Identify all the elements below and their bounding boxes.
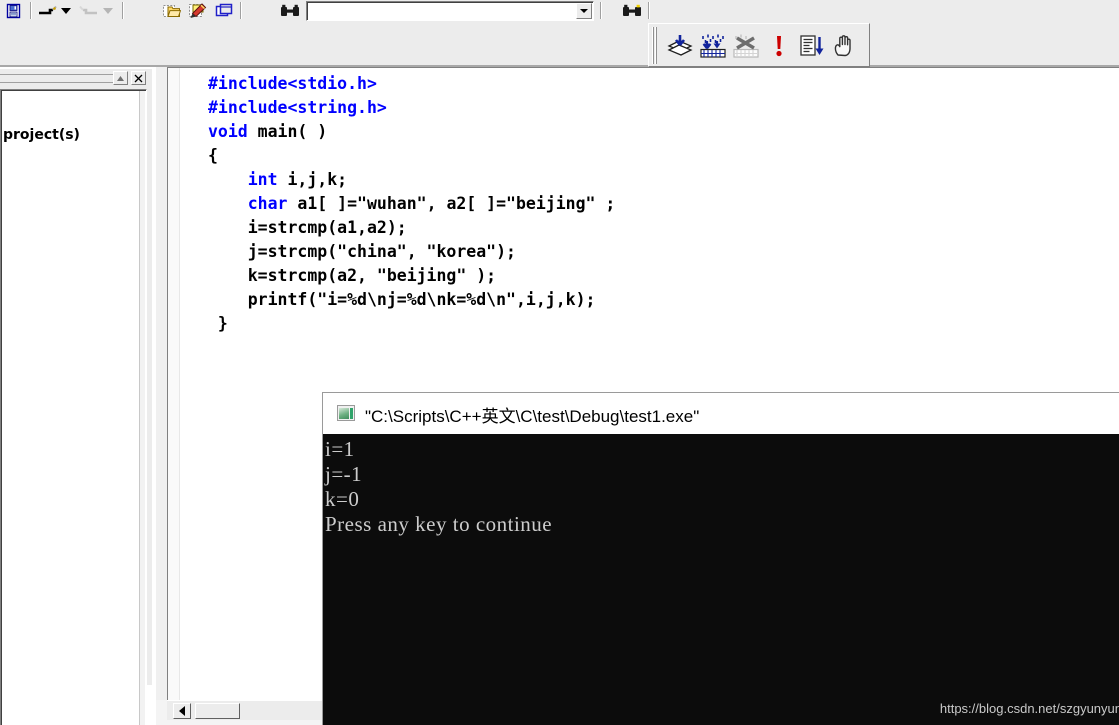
stop-build-button [730, 30, 762, 62]
code-line: #include<string.h> [208, 96, 615, 120]
output-button[interactable] [186, 1, 210, 21]
save-button[interactable] [2, 1, 26, 21]
code-line: char a1[ ]="wuhan", a2[ ]="beijing" ; [208, 192, 616, 216]
console-line: Press any key to continue [325, 512, 553, 536]
execute-program-button[interactable] [763, 30, 795, 62]
code-keyword: #include<stdio.h> [208, 74, 377, 93]
output-icon [189, 3, 207, 18]
redo-dropdown-button[interactable] [100, 1, 116, 21]
console-line: i=1 [325, 437, 355, 461]
workspace-icon [163, 5, 181, 17]
code-line: i=strcmp(a1,a2); [208, 216, 615, 240]
undo-icon [39, 5, 57, 15]
toolbar-separator-3 [240, 2, 242, 19]
code-line: #include<stdio.h> [208, 72, 615, 96]
source-code[interactable]: #include<stdio.h> #include<string.h> void … [208, 72, 615, 336]
code-text: a1[ ]="wuhan", a2[ ]="beijing" ; [287, 194, 616, 213]
find-input[interactable] [309, 3, 573, 20]
code-line: k=strcmp(a2, "beijing" ); [208, 264, 615, 288]
workspace-titlebar-grip [0, 74, 114, 83]
code-keyword: void [208, 122, 248, 141]
search-button[interactable] [620, 1, 644, 21]
close-icon [134, 74, 143, 82]
workspace-close-button[interactable] [131, 71, 146, 85]
redo-button[interactable] [78, 1, 100, 21]
code-line: } [208, 312, 615, 336]
code-text: main( ) [247, 122, 328, 141]
code-line: int i,j,k; [208, 168, 615, 192]
save-icon [6, 3, 21, 19]
console-line: k=0 [325, 487, 360, 511]
workspace-button[interactable] [160, 1, 184, 21]
workspace-tree[interactable]: project(s) [0, 89, 147, 725]
triangle-up-icon [117, 75, 124, 81]
binoculars-icon [281, 4, 299, 16]
code-keyword: #include<string.h> [208, 98, 387, 117]
stop-build-icon [733, 34, 759, 58]
build-icon [700, 34, 726, 58]
code-keyword: int [247, 170, 278, 189]
find-combo-dropdown-button[interactable] [576, 3, 592, 19]
watermark-text: https://blog.csdn.net/szgyunyun [939, 701, 1119, 716]
workspace-tree-root-label: project(s) [3, 127, 80, 143]
workspace-minimize-button[interactable] [113, 71, 128, 85]
compile-icon [667, 35, 693, 56]
code-line: { [208, 144, 615, 168]
console-titlebar[interactable]: "C:\Scripts\C++英文\C\test\Debug\test1.exe… [323, 393, 1119, 434]
undo-dropdown-button[interactable] [58, 1, 74, 21]
standard-toolbar [0, 0, 1119, 22]
editor-left-margin [156, 67, 167, 700]
window-list-icon [215, 3, 233, 17]
code-text: printf("i=%d\nj=%d\nk=%d\n",i,j,k); [247, 290, 596, 309]
vc6-ide-window: project(s) ew #include<stdio.h>#include<… [0, 0, 1119, 725]
horizontal-scroll-thumb[interactable] [195, 703, 240, 719]
workspace-titlebar[interactable] [0, 69, 152, 89]
console-window[interactable]: "C:\Scripts\C++英文\C\test\Debug\test1.exe… [322, 392, 1119, 725]
console-line: j=-1 [325, 462, 363, 486]
code-line: j=strcmp("china", "korea"); [208, 240, 615, 264]
workspace-panel: project(s) ew [0, 69, 152, 725]
chevron-down-icon [103, 8, 113, 14]
exclamation-icon [776, 36, 782, 57]
build-toolbar-row [0, 22, 1119, 67]
window-list-button[interactable] [212, 1, 236, 21]
console-output-text: i=1 j=-1 k=0 Press any key to continue [325, 437, 552, 537]
toolbar-separator-1 [30, 2, 32, 19]
toolbar-separator-4 [600, 2, 602, 19]
code-text: i=strcmp(a1,a2); [247, 218, 407, 237]
scroll-left-arrow-icon[interactable] [173, 703, 191, 719]
code-text: k=strcmp(a2, "beijing" ); [247, 266, 497, 285]
console-title: "C:\Scripts\C++英文\C\test\Debug\test1.exe… [365, 407, 700, 426]
code-line: void main( ) [208, 120, 615, 144]
go-debug-icon [800, 35, 824, 56]
code-text: { [208, 146, 218, 165]
console-app-icon [337, 405, 355, 421]
undo-button[interactable] [36, 1, 58, 21]
code-text: j=strcmp("china", "korea"); [247, 242, 516, 261]
console-output-area[interactable]: i=1 j=-1 k=0 Press any key to continue http… [323, 434, 1119, 725]
chevron-down-icon [61, 8, 71, 14]
insert-breakpoint-button[interactable] [829, 30, 861, 62]
binoculars-search-icon [623, 4, 641, 16]
toolbar-separator-2 [122, 2, 124, 19]
code-text: i,j,k; [277, 170, 348, 189]
editor-selection-margin[interactable] [168, 68, 180, 700]
find-combo[interactable] [306, 1, 594, 21]
compile-button[interactable] [664, 30, 696, 62]
build-button[interactable] [697, 30, 729, 62]
redo-icon [79, 5, 97, 15]
code-text: } [208, 314, 228, 333]
toolbar-separator-5 [648, 2, 650, 19]
find-in-files-button[interactable] [278, 1, 302, 21]
build-toolbar [648, 23, 870, 67]
code-keyword: char [247, 194, 288, 213]
go-debug-button[interactable] [796, 30, 828, 62]
build-toolbar-grip[interactable] [652, 27, 658, 64]
hand-icon [834, 35, 851, 57]
workspace-tree-scrollbar[interactable] [139, 91, 145, 725]
code-line: printf("i=%d\nj=%d\nk=%d\n",i,j,k); [208, 288, 615, 312]
